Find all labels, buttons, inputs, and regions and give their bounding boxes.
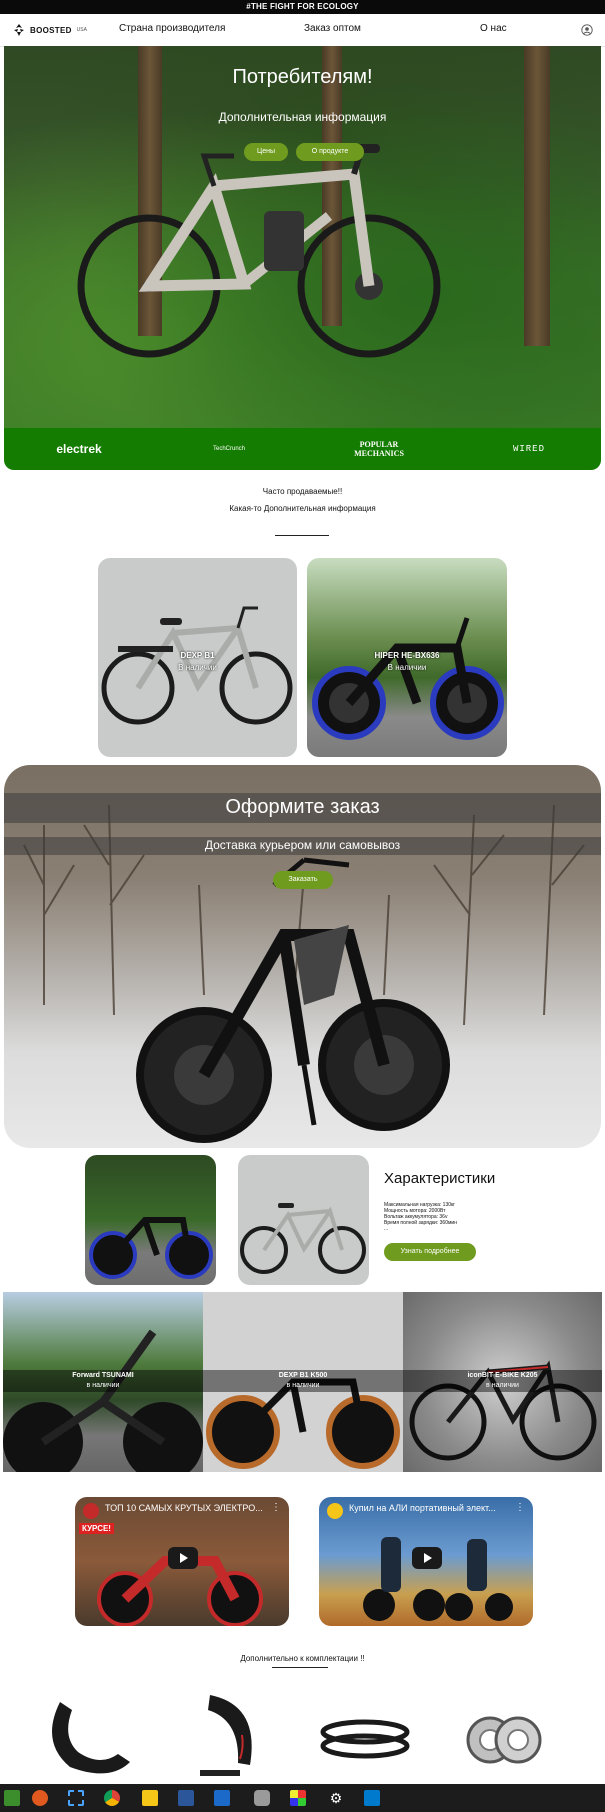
product-card-dexp-b1[interactable]: DEXP B1 В наличии <box>98 558 297 757</box>
product-name: HIPER HE-BX636 <box>374 651 440 660</box>
press-logo-wired: WIRED <box>512 444 545 454</box>
logo-icon <box>14 24 24 36</box>
document-icon[interactable] <box>178 1790 194 1806</box>
tile-stock: в наличии <box>486 1382 519 1389</box>
product-card-hiper[interactable]: HIPER HE-BX636 В наличии <box>307 558 507 757</box>
press-logo-techcrunch: TechCrunch <box>212 446 245 452</box>
bike-image <box>3 1329 203 1472</box>
order-button[interactable]: Заказать <box>273 871 333 889</box>
video-title: ТОП 10 САМЫХ КРУТЫХ ЭЛЕКТРО... <box>105 1503 263 1513</box>
site-header: BOOSTED USA Страна производителя Заказ о… <box>0 14 605 47</box>
product-name: DEXP B1 <box>180 651 215 660</box>
os-taskbar: ⚙ <box>0 1784 605 1812</box>
brand-logo[interactable]: BOOSTED USA <box>12 23 87 37</box>
about-product-button[interactable]: О продукте <box>296 143 364 161</box>
video-title: Купил на АЛИ портативный элект... <box>349 1503 496 1513</box>
start-icon[interactable] <box>4 1790 20 1806</box>
press-logos-bar: electrek TechCrunch POPULAR MECHANICS WI… <box>4 428 601 470</box>
accessory-mudguard-image[interactable] <box>170 1685 270 1785</box>
bike-image <box>206 1378 400 1469</box>
video-embed-ali[interactable]: Купил на АЛИ портативный элект... ⋮ <box>319 1497 533 1626</box>
tree-trunk <box>524 46 550 346</box>
order-banner: Оформите заказ Доставка курьером или сам… <box>4 765 601 1148</box>
learn-more-button[interactable]: Узнать подробнее <box>384 1243 476 1261</box>
specs-image-hiper[interactable] <box>85 1155 216 1285</box>
bike-image <box>312 617 504 740</box>
tile-name: DEXP B1 K500 <box>278 1372 328 1379</box>
hero-title: Потребителям! <box>232 66 373 88</box>
video-embed-top10[interactable]: ТОП 10 САМЫХ КРУТЫХ ЭЛЕКТРО... ⋮ КУРСЕ! <box>75 1497 289 1626</box>
press-logo-electrek: electrek <box>56 442 102 456</box>
product-stock: В наличии <box>387 663 427 672</box>
gear-icon[interactable]: ⚙ <box>328 1790 344 1806</box>
video-thumbnail <box>97 1556 263 1626</box>
product-tile-iconbit-k205[interactable]: iconBIT E-BIKE K205 в наличии <box>403 1292 602 1472</box>
vscode-icon[interactable] <box>364 1790 380 1806</box>
nav-wholesale-order[interactable]: Заказ оптом <box>304 23 361 34</box>
hero-subtitle: Дополнительная информация <box>218 110 387 124</box>
virtualbox-icon[interactable] <box>214 1790 230 1806</box>
bike-image <box>89 1217 213 1279</box>
channel-avatar <box>83 1503 99 1519</box>
tile-name: Forward TSUNAMI <box>72 1372 134 1379</box>
nav-about-us[interactable]: О нас <box>480 23 507 34</box>
screenshot-icon[interactable] <box>68 1790 84 1806</box>
specs-title: Характеристики <box>384 1170 496 1187</box>
order-subtitle: Доставка курьером или самовывоз <box>204 838 401 852</box>
section-divider <box>275 535 329 536</box>
prices-button[interactable]: Цены <box>244 143 288 161</box>
play-button-icon[interactable] <box>168 1547 198 1569</box>
popular-subtitle: Какая-то Дополнительная информация <box>229 504 376 513</box>
popular-title: Часто продаваемые!! <box>262 487 343 496</box>
bike-image <box>240 1203 366 1274</box>
accessory-fender-image[interactable] <box>40 1682 140 1782</box>
press-logo-popular-mechanics: POPULAR MECHANICS <box>354 440 404 458</box>
specs-image-dexp[interactable] <box>238 1155 369 1285</box>
accessory-bands-image[interactable] <box>318 1710 413 1770</box>
database-icon[interactable] <box>254 1790 270 1806</box>
user-account-icon[interactable] <box>581 24 593 36</box>
top-banner: #THE FIGHT FOR ECOLOGY <box>0 0 605 14</box>
logo-suffix: USA <box>76 27 87 33</box>
spec-line: Время полной зарядки: 360мин <box>384 1220 457 1226</box>
chrome-icon[interactable] <box>104 1790 120 1806</box>
play-button-icon[interactable] <box>412 1547 442 1569</box>
channel-avatar <box>327 1503 343 1519</box>
spec-line: ... <box>384 1226 389 1232</box>
tile-stock: в наличии <box>86 1382 120 1389</box>
logo-text: BOOSTED <box>30 25 72 35</box>
section-divider <box>272 1667 328 1668</box>
product-tile-forward-tsunami[interactable]: Forward TSUNAMI в наличии <box>3 1292 203 1472</box>
tile-stock: в наличии <box>286 1382 320 1389</box>
accessories-title: Дополнительно к комплектации !! <box>240 1654 365 1663</box>
notes-icon[interactable] <box>142 1790 158 1806</box>
paint-icon[interactable] <box>290 1790 306 1806</box>
accessory-bearings-image[interactable] <box>460 1705 550 1775</box>
more-options-icon[interactable]: ⋮ <box>271 1502 281 1513</box>
tile-name: iconBIT E-BIKE K205 <box>467 1372 538 1379</box>
product-tile-dexp-b1-k500[interactable]: DEXP B1 K500 в наличии <box>203 1292 403 1472</box>
hero-banner: Потребителям! Дополнительная информация … <box>4 46 601 428</box>
nav-manufacturer-country[interactable]: Страна производителя <box>119 23 225 34</box>
video-thumbnail <box>363 1537 513 1621</box>
order-title: Оформите заказ <box>225 796 380 818</box>
bike-image <box>409 1360 597 1461</box>
ubuntu-icon[interactable] <box>32 1790 48 1806</box>
product-stock: В наличии <box>178 663 217 672</box>
more-options-icon[interactable]: ⋮ <box>515 1502 525 1513</box>
